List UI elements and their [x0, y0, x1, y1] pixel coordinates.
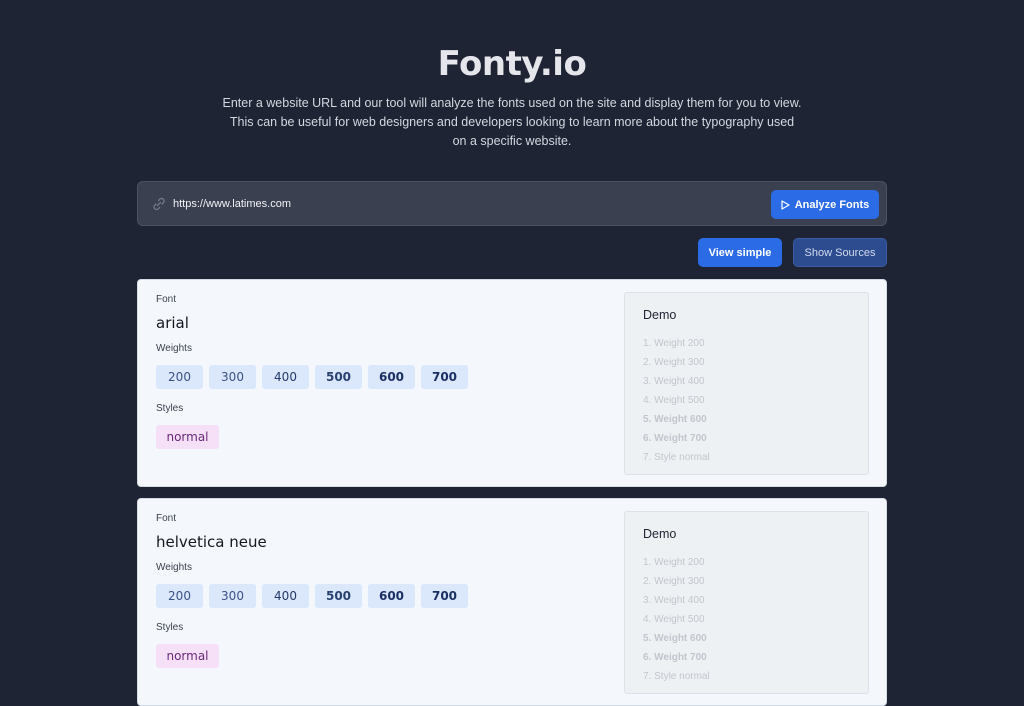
demo-panel: Demo 1. Weight 200 2. Weight 300 3. Weig…	[624, 292, 869, 475]
demo-panel: Demo 1. Weight 200 2. Weight 300 3. Weig…	[624, 511, 869, 694]
play-icon	[781, 199, 790, 210]
weight-chip: 300	[209, 584, 256, 608]
font-name: helvetica neue	[156, 533, 267, 551]
font-name: arial	[156, 314, 189, 332]
demo-item: 5. Weight 600	[643, 633, 707, 644]
styles-label: Styles	[156, 622, 184, 633]
demo-item: 6. Weight 700	[643, 652, 707, 663]
analyze-fonts-label: Analyze Fonts	[794, 198, 870, 211]
analyze-fonts-button[interactable]: Analyze Fonts	[771, 190, 879, 219]
weights-label: Weights	[156, 343, 192, 354]
show-sources-button[interactable]: Show Sources	[793, 238, 887, 267]
demo-item: 1. Weight 200	[643, 557, 705, 568]
demo-list: 1. Weight 200 2. Weight 300 3. Weight 40…	[643, 553, 710, 686]
demo-item: 4. Weight 500	[643, 614, 705, 625]
demo-item: 1. Weight 200	[643, 338, 705, 349]
styles-label: Styles	[156, 403, 184, 414]
font-card: Font helvetica neue Weights 200 300 400 …	[137, 498, 887, 706]
demo-item: 2. Weight 300	[643, 576, 705, 587]
demo-item: 7. Style normal	[643, 671, 710, 682]
font-card: Font arial Weights 200 300 400 500 600 7…	[137, 279, 887, 487]
page-title: Fonty.io	[437, 44, 587, 84]
demo-list: 1. Weight 200 2. Weight 300 3. Weight 40…	[643, 334, 710, 467]
weight-chip: 500	[315, 365, 362, 389]
weight-chip: 700	[421, 365, 468, 389]
weight-chip: 400	[262, 365, 309, 389]
weight-chip: 200	[156, 365, 203, 389]
style-chip: normal	[156, 425, 219, 449]
weight-chip: 200	[156, 584, 203, 608]
url-search-bar: Analyze Fonts	[137, 181, 887, 226]
demo-item: 4. Weight 500	[643, 395, 705, 406]
style-chip: normal	[156, 644, 219, 668]
weights-list: 200 300 400 500 600 700	[156, 365, 468, 389]
demo-title: Demo	[643, 308, 677, 322]
weight-chip: 300	[209, 365, 256, 389]
demo-item: 6. Weight 700	[643, 433, 707, 444]
weight-chip: 400	[262, 584, 309, 608]
weight-chip: 600	[368, 584, 415, 608]
weight-chip: 700	[421, 584, 468, 608]
font-label: Font	[156, 294, 177, 305]
demo-title: Demo	[643, 527, 677, 541]
weights-list: 200 300 400 500 600 700	[156, 584, 468, 608]
demo-item: 7. Style normal	[643, 452, 710, 463]
demo-item: 3. Weight 400	[643, 595, 705, 606]
view-simple-button[interactable]: View simple	[698, 238, 782, 267]
weights-label: Weights	[156, 562, 192, 573]
weight-chip: 600	[368, 365, 415, 389]
demo-item: 2. Weight 300	[643, 357, 705, 368]
page-description: Enter a website URL and our tool will an…	[222, 96, 802, 148]
url-input[interactable]	[173, 192, 733, 216]
font-label: Font	[156, 513, 177, 524]
weight-chip: 500	[315, 584, 362, 608]
link-icon	[153, 197, 165, 211]
demo-item: 5. Weight 600	[643, 414, 707, 425]
demo-item: 3. Weight 400	[643, 376, 705, 387]
